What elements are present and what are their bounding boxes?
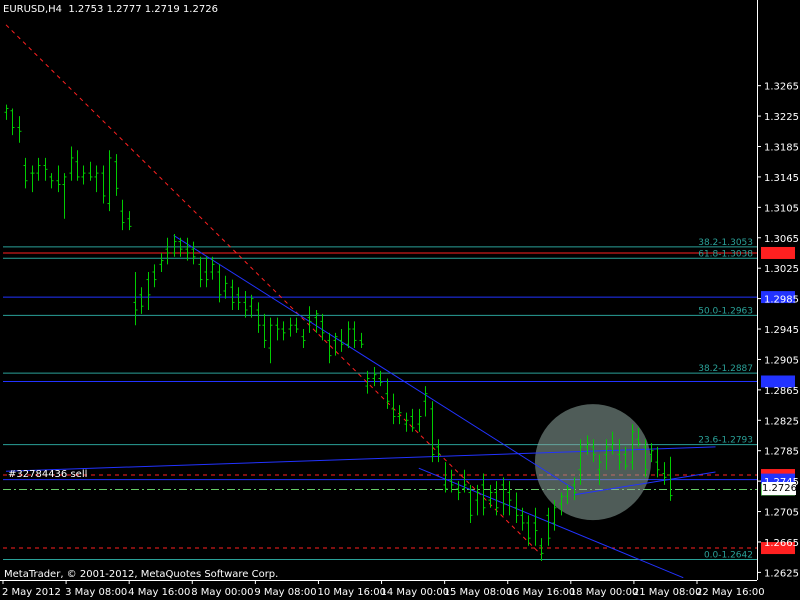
copyright-text: MetaTrader, © 2001-2012, MetaQuotes Soft… [4, 569, 279, 580]
fibo-level-label: 0.0-1.2642 [704, 550, 753, 560]
fibo-level-label: 38.2-1.3053 [698, 238, 753, 248]
fibo-level-label: 50.0-1.2963 [698, 306, 753, 316]
price-tick-label: 1.2705 [764, 508, 799, 519]
time-tick-label: 2 May 2012 [2, 587, 61, 598]
price-tick-label: 1.3265 [764, 82, 799, 93]
price-tick-label: 1.2625 [764, 568, 799, 579]
highlight-circle [534, 404, 651, 521]
time-tick-label: 9 May 08:00 [254, 587, 316, 598]
time-tick-label: 8 May 00:00 [191, 587, 253, 598]
current-price-label: 1.2726 [762, 482, 797, 495]
price-tick-label: 1.2665 [764, 538, 799, 549]
fibo-level-label: 23.6-1.2793 [698, 436, 753, 446]
chart-window[interactable]: 1.3265 1.3225 1.3185 1.3145 1.3105 1.3065 1.30… [0, 0, 800, 600]
time-tick-label: 16 May 16:00 [507, 587, 576, 598]
time-tick-label: 3 May 08:00 [65, 587, 127, 598]
price-line-marker [761, 246, 795, 259]
price-tick-label: 1.2825 [764, 416, 799, 427]
time-tick-label: 22 May 16:00 [696, 587, 765, 598]
time-tick-label: 14 May 00:00 [381, 587, 450, 598]
time-tick-label: 15 May 08:00 [444, 587, 513, 598]
fibo-level-label: 61.8-1.3038 [698, 249, 753, 259]
low-value: 1.2719 [144, 4, 180, 15]
open-value: 1.2753 [68, 4, 104, 15]
symbol-ohlc-header: EURUSD,H4 1.2753 1.2777 1.2719 1.2726 [3, 4, 218, 16]
plot-area [0, 0, 800, 600]
price-tick-label: 1.2945 [764, 325, 799, 336]
symbol-timeframe: EURUSD,H4 [3, 4, 63, 15]
close-value: 1.2726 [182, 4, 218, 15]
time-tick-label: 21 May 08:00 [633, 587, 702, 598]
price-tick-label: 1.2985 [764, 295, 799, 306]
price-tick-label: 1.3225 [764, 112, 799, 123]
time-tick-label: 10 May 16:00 [317, 587, 386, 598]
order-label[interactable]: #32784436 sell [8, 469, 87, 481]
high-value: 1.2777 [106, 4, 142, 15]
price-chart[interactable]: 1.3265 1.3225 1.3185 1.3145 1.3105 1.3065 1.30… [0, 0, 800, 600]
price-tick-label: 1.3065 [764, 234, 799, 245]
price-tick-label: 1.2905 [764, 355, 799, 366]
price-tick-label: 1.2865 [764, 386, 799, 397]
price-tick-label: 1.2785 [764, 447, 799, 458]
price-tick-label: 1.3145 [764, 173, 799, 184]
fibo-level-label: 38.2-1.2887 [698, 364, 753, 374]
time-tick-label: 18 May 00:00 [570, 587, 639, 598]
price-tick-label: 1.3185 [764, 143, 799, 154]
price-tick-label: 1.3025 [764, 264, 799, 275]
price-tick-label: 1.3105 [764, 203, 799, 214]
time-tick-label: 4 May 16:00 [128, 587, 190, 598]
